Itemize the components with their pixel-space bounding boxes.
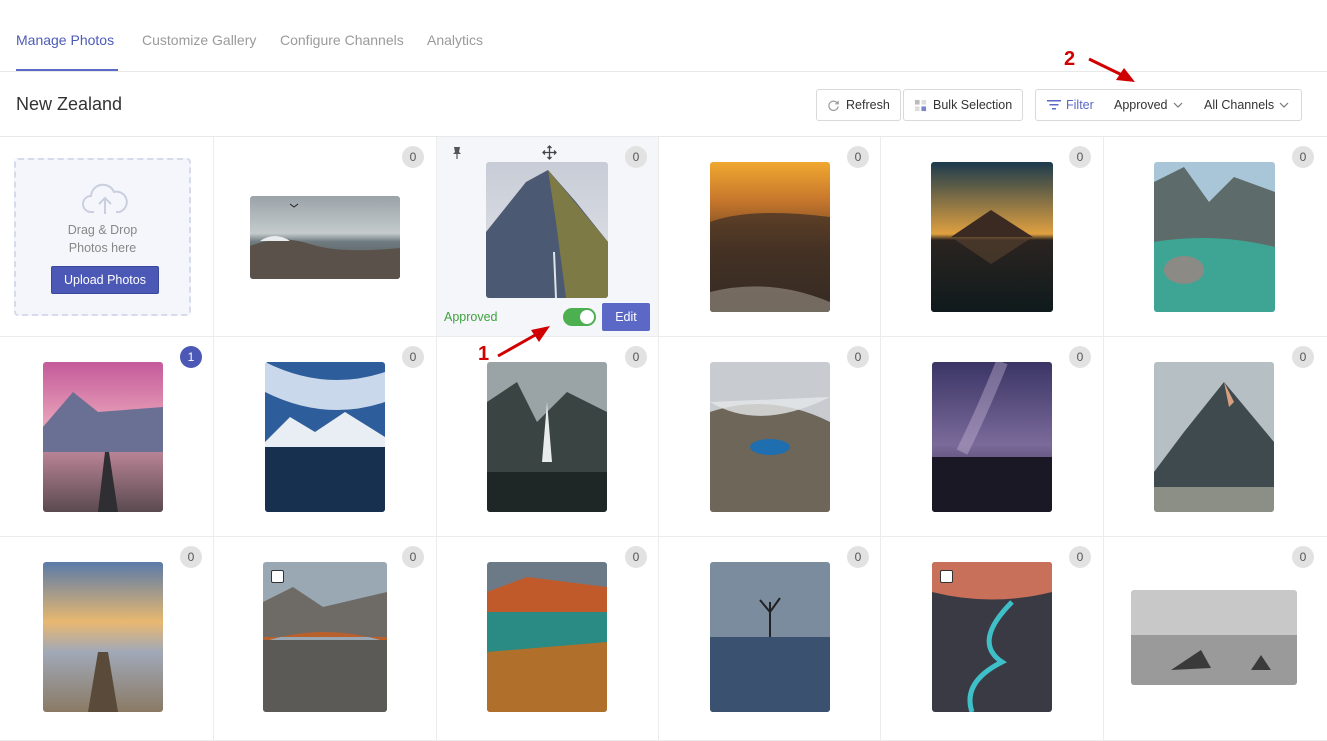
annotation-arrow-1 [497,326,550,358]
tab-manage-photos[interactable]: Manage Photos [16,32,114,48]
bulk-selection-button[interactable]: Bulk Selection [903,89,1024,121]
status-dropdown-value: Approved [1114,98,1168,112]
page-title: New Zealand [16,94,123,114]
annotation-arrow-2 [1088,57,1135,82]
photo-thumbnail[interactable] [43,362,163,512]
photo-count-badge: 0 [402,346,424,368]
photo-thumbnail[interactable] [487,562,607,712]
active-tab-indicator [16,69,118,71]
photo-thumbnail[interactable] [263,562,387,712]
photo-select-checkbox[interactable] [940,570,953,583]
photo-count-badge: 0 [1069,546,1091,568]
edit-button[interactable]: Edit [602,303,650,331]
photo-thumbnail[interactable] [932,562,1052,712]
photo-count-badge: 0 [847,346,869,368]
pin-icon[interactable] [451,146,463,160]
photo-thumbnail[interactable] [1154,162,1275,312]
upload-instruction-line1: Drag & Drop [67,223,138,237]
photo-count-badge: 0 [1292,146,1314,168]
status-dropdown[interactable]: Approved [1114,90,1183,120]
photo-thumbnail[interactable] [931,162,1053,312]
photo-thumbnail[interactable] [43,562,163,712]
photo-thumbnail[interactable] [1154,362,1274,512]
annotation-number-1: 1 [478,343,490,365]
photo-count-badge: 0 [402,546,424,568]
photo-count-badge: 0 [1069,146,1091,168]
photo-count-badge: 0 [1292,546,1314,568]
channel-dropdown[interactable]: All Channels [1204,90,1289,120]
tab-configure-channels[interactable]: Configure Channels [280,32,404,48]
tab-customize-gallery[interactable]: Customize Gallery [142,32,256,48]
photo-count-badge: 0 [847,146,869,168]
channel-dropdown-value: All Channels [1204,98,1275,112]
filter-icon [1047,100,1061,110]
photo-select-checkbox[interactable] [271,570,284,583]
photo-thumbnail[interactable] [487,362,607,512]
photo-thumbnail[interactable] [265,362,385,512]
photo-count-badge: 0 [847,546,869,568]
bulk-selection-label: Bulk Selection [933,98,1013,112]
cloud-upload-icon [82,183,128,214]
photo-thumbnail[interactable] [1131,590,1297,685]
approval-toggle[interactable] [563,308,596,326]
photo-count-badge: 0 [625,546,647,568]
tab-analytics[interactable]: Analytics [427,32,483,48]
approval-status-label: Approved [444,310,498,324]
move-icon[interactable] [542,145,557,160]
refresh-label: Refresh [846,98,890,112]
photo-count-badge: 0 [1069,346,1091,368]
filter-label: Filter [1066,98,1094,112]
filter-group: Filter Approved All Channels [1035,89,1302,121]
photo-thumbnail[interactable] [710,362,830,512]
photo-thumbnail[interactable] [250,196,400,279]
upload-photos-button[interactable]: Upload Photos [51,266,159,294]
photo-count-badge: 0 [625,146,647,168]
photo-thumbnail[interactable] [710,162,830,312]
refresh-icon [828,100,839,111]
chevron-down-icon [1173,102,1182,108]
photo-thumbnail[interactable] [932,362,1052,512]
photo-thumbnail[interactable] [710,562,830,712]
upload-instruction-line2: Photos here [68,241,137,255]
toggle-knob [580,310,594,324]
bulk-select-icon [914,99,927,111]
photo-count-badge: 0 [180,546,202,568]
chevron-down-icon [1279,102,1289,108]
upload-dropzone[interactable]: Drag & Drop Photos here Upload Photos [14,158,191,316]
annotation-number-2: 2 [1064,48,1076,70]
photo-thumbnail-selected[interactable] [486,162,608,298]
photo-count-badge: 1 [180,346,202,368]
photo-count-badge: 0 [625,346,647,368]
filter-button[interactable]: Filter [1047,90,1094,120]
refresh-button[interactable]: Refresh [816,89,901,121]
photo-count-badge: 0 [1292,346,1314,368]
photo-count-badge: 0 [402,146,424,168]
